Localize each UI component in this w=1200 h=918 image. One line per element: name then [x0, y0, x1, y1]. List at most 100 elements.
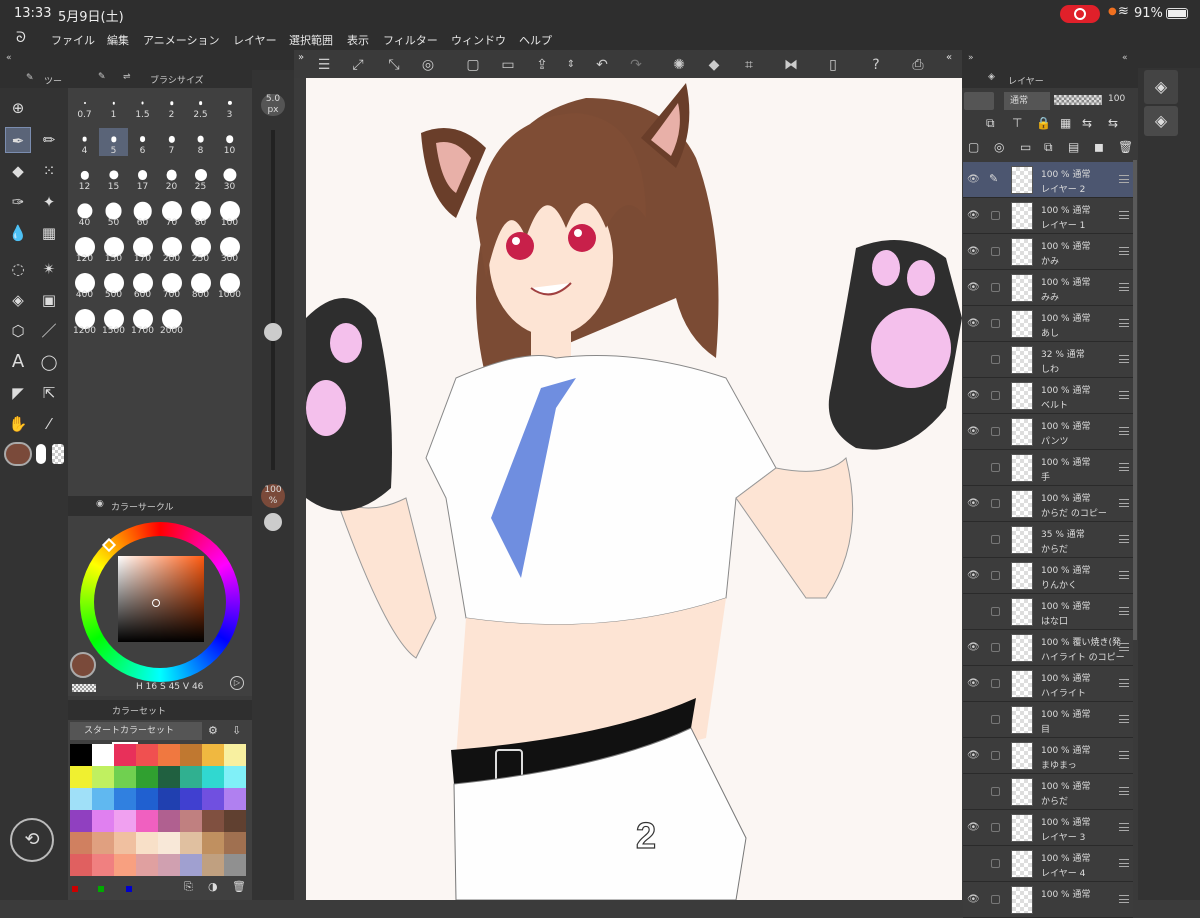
brush-size-50[interactable]: 50 — [99, 200, 128, 228]
color-swatch[interactable] — [70, 854, 92, 876]
open-folder-icon[interactable]: ▭ — [497, 54, 519, 76]
drawing-canvas[interactable]: 2 — [306, 78, 962, 900]
layer-collapse-icon[interactable]: » — [968, 53, 974, 63]
layer-select-checkbox[interactable] — [991, 247, 1000, 256]
layer-menu-icon[interactable] — [1119, 607, 1129, 615]
balloon-tool-icon[interactable]: ◯ — [36, 349, 62, 375]
color-swatch[interactable] — [114, 854, 136, 876]
layer-row[interactable]: 100 % 通常目 — [963, 702, 1133, 738]
menu-selection[interactable]: 選択範囲 — [289, 32, 333, 48]
layer-select-checkbox[interactable] — [991, 463, 1000, 472]
brush-size-6[interactable]: 6 — [128, 128, 157, 156]
visibility-icon[interactable]: 👁 — [967, 894, 981, 905]
color-swatch[interactable] — [92, 788, 114, 810]
layer-row[interactable]: 100 % 通常 レイヤー 4 — [963, 846, 1133, 882]
brush-size-1500[interactable]: 1500 — [99, 308, 128, 336]
brush-size-250[interactable]: 250 — [186, 236, 215, 264]
airbrush-tool-icon[interactable]: ⁙ — [36, 158, 62, 184]
screen-record-icon[interactable] — [1060, 5, 1100, 23]
brush-size-25[interactable]: 25 — [186, 164, 215, 192]
visibility-icon[interactable]: 👁 — [967, 498, 981, 509]
layer-menu-icon[interactable] — [1119, 751, 1129, 759]
brush-size-800[interactable]: 800 — [186, 272, 215, 300]
layer-opacity-bar[interactable] — [1054, 95, 1102, 105]
layer-type-select[interactable] — [964, 92, 994, 110]
brush-tab-icon[interactable]: ✎ — [98, 72, 106, 82]
layer-select-checkbox[interactable] — [991, 571, 1000, 580]
text-tool-icon[interactable]: A — [5, 349, 31, 375]
color-circle-tab-icon[interactable]: ◉ — [96, 499, 104, 509]
fill-bucket-icon[interactable]: ◆ — [703, 54, 725, 76]
new-folder-icon[interactable]: ▭ — [1020, 140, 1031, 154]
brush-size-600[interactable]: 600 — [128, 272, 157, 300]
color-swatch[interactable] — [136, 854, 158, 876]
crop-icon[interactable]: ⌗ — [738, 54, 760, 76]
visibility-icon[interactable]: 👁 — [967, 426, 981, 437]
layer-select-checkbox[interactable] — [991, 823, 1000, 832]
brush-size-17[interactable]: 17 — [128, 164, 157, 192]
brush-size-tab-label[interactable]: ブラシサイズ — [150, 73, 204, 86]
color-swatch[interactable] — [136, 832, 158, 854]
visibility-icon[interactable]: 👁 — [967, 642, 981, 653]
color-swatch[interactable] — [70, 744, 92, 766]
lock-icon[interactable]: 🔒 — [1036, 116, 1051, 130]
color-swatch[interactable] — [70, 766, 92, 788]
gradient-tool-icon[interactable]: ▣ — [36, 287, 62, 313]
brush-size-170[interactable]: 170 — [128, 236, 157, 264]
duplicate-layer-icon[interactable]: ⧉ — [1044, 140, 1053, 155]
visibility-icon[interactable]: 👁 — [967, 570, 981, 581]
visibility-icon[interactable]: 👁 — [967, 390, 981, 401]
layer-menu-icon[interactable] — [1119, 823, 1129, 831]
transparent-color-chip[interactable] — [52, 444, 64, 464]
layer-row[interactable]: 👁 100 % 通常 りんかく — [963, 558, 1133, 594]
visibility-icon[interactable]: 👁 — [967, 210, 981, 221]
layer-menu-icon[interactable] — [1119, 535, 1129, 543]
color-swatch[interactable] — [136, 766, 158, 788]
brush-size-10[interactable]: 10 — [215, 128, 244, 156]
brush-size-700[interactable]: 700 — [157, 272, 186, 300]
layer-menu-icon[interactable] — [1119, 895, 1129, 903]
brush-size-100[interactable]: 100 — [215, 200, 244, 228]
color-swatch[interactable] — [158, 832, 180, 854]
layer-select-checkbox[interactable] — [991, 391, 1000, 400]
layer-select-checkbox[interactable] — [991, 283, 1000, 292]
color-swatch[interactable] — [180, 766, 202, 788]
color-swatch[interactable] — [114, 832, 136, 854]
saturation-value-square[interactable] — [118, 556, 204, 642]
color-swatch[interactable] — [224, 854, 246, 876]
app-logo-icon[interactable]: ᘐ — [16, 30, 26, 46]
layer-row[interactable]: 👁 100 % 通常 レイヤー 3 — [963, 810, 1133, 846]
color-circle-title[interactable]: カラーサークル — [111, 500, 174, 513]
color-swatch[interactable] — [158, 810, 180, 832]
transform-icon[interactable]: ⤡ — [383, 54, 405, 76]
layer-row[interactable]: 35 % 通常 からだ — [963, 522, 1133, 558]
color-swatch[interactable] — [224, 788, 246, 810]
frame-tool-icon[interactable]: ◤ — [5, 380, 31, 406]
layer-row[interactable]: 👁 100 % 通常 パンツ — [963, 414, 1133, 450]
layer-menu-icon[interactable] — [1119, 643, 1129, 651]
share-icon[interactable]: ⎙ — [907, 54, 929, 76]
loading-icon[interactable]: ✺ — [668, 54, 690, 76]
layer-row[interactable]: 👁 100 % 通常 — [963, 882, 1133, 918]
layer-select-checkbox[interactable] — [991, 715, 1000, 724]
layer-menu-icon[interactable] — [1119, 391, 1129, 399]
color-swatch[interactable] — [114, 788, 136, 810]
object-tool-icon[interactable]: ⬡ — [5, 318, 31, 344]
layer-row[interactable]: 👁 ✎ 100 % 通常 レイヤー 2 — [963, 162, 1133, 198]
layer-row[interactable]: 100 % 通常 はな口 — [963, 594, 1133, 630]
layer-row[interactable]: 👁 100 % 通常 からだ のコピー — [963, 486, 1133, 522]
brush-size-2_5[interactable]: 2.5 — [186, 92, 215, 120]
merge-down-icon[interactable]: ▤ — [1068, 140, 1079, 154]
color-swatch[interactable] — [70, 810, 92, 832]
layer-scrollbar[interactable] — [1133, 160, 1137, 640]
brush-size-500[interactable]: 500 — [99, 272, 128, 300]
layer-select-checkbox[interactable] — [991, 787, 1000, 796]
brush-size-1700[interactable]: 1700 — [128, 308, 157, 336]
color-swatch[interactable] — [92, 744, 114, 766]
brush-size-5[interactable]: 5 — [99, 128, 128, 156]
layer-row[interactable]: 👁 100 % 通常 まゆまっ — [963, 738, 1133, 774]
add-color-icon[interactable]: ⎘ — [184, 880, 193, 894]
brush-size-20[interactable]: 20 — [157, 164, 186, 192]
visibility-icon[interactable] — [967, 606, 981, 616]
visibility-icon[interactable]: 👁 — [967, 318, 981, 329]
